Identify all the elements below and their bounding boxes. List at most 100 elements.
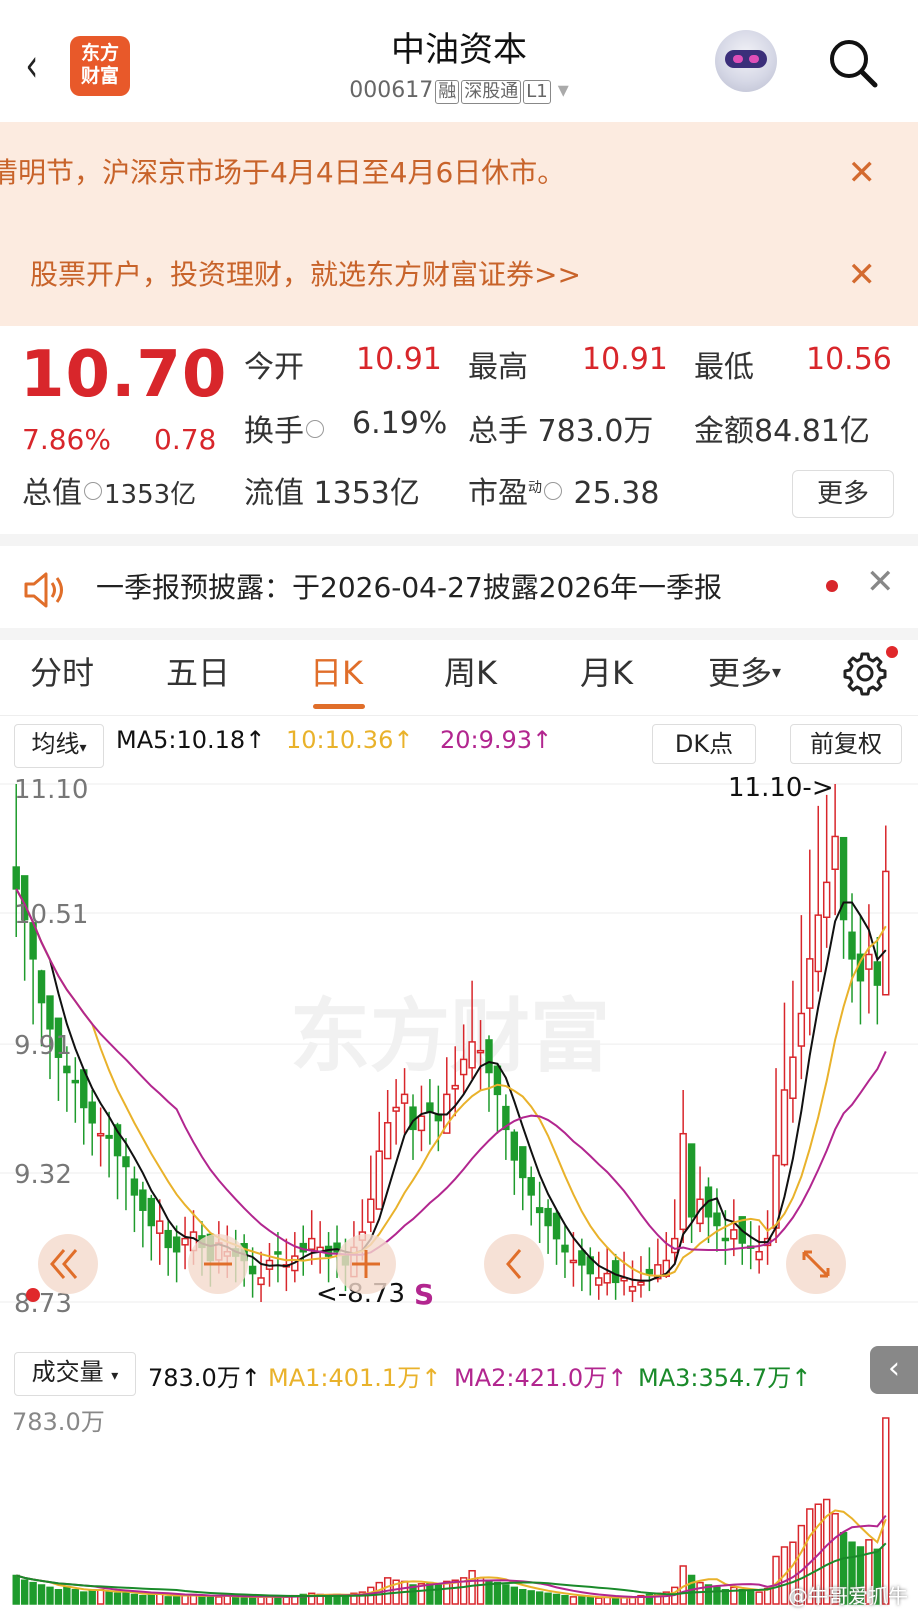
volume-bar: [519, 1588, 527, 1605]
account-promo-text[interactable]: 股票开户，投资理财，就选东方财富证券>>: [30, 224, 581, 326]
volume-bar: [105, 1591, 113, 1605]
candle-body: [459, 1058, 468, 1076]
volume-bar: [232, 1596, 240, 1605]
tab-daily-k[interactable]: 日K: [310, 648, 363, 694]
dk-point-button[interactable]: DK点: [652, 724, 756, 764]
tab-more[interactable]: 更多▾: [708, 648, 781, 694]
pe-sup: 动: [528, 480, 542, 496]
volume-legend-bar: 成交量 ▾ 783.0万↑ MA1:401.1万↑ MA2:421.0万↑ MA…: [0, 1346, 918, 1396]
candle-body: [797, 1012, 806, 1047]
chevron-down-icon: ▾: [772, 662, 782, 683]
close-icon[interactable]: ✕: [866, 562, 895, 602]
candle-body: [37, 970, 46, 1004]
candle-body: [628, 1285, 637, 1292]
volume-bar: [29, 1581, 37, 1605]
adjust-mode-button[interactable]: 前复权: [790, 724, 902, 764]
current-price: 10.70: [20, 338, 228, 412]
volume-bar: [510, 1586, 519, 1605]
candle-body: [552, 1212, 561, 1240]
volume-bar: [164, 1596, 172, 1605]
float-label: 流值: [244, 476, 304, 511]
candle-body: [468, 1041, 476, 1069]
scroll-left-button[interactable]: [38, 1234, 98, 1294]
assistant-robot-icon[interactable]: [715, 30, 777, 92]
candle-body: [417, 1115, 426, 1132]
candle-body: [46, 995, 54, 1030]
volume-bar: [80, 1591, 88, 1605]
stock-code-line[interactable]: 000617 融深股通 L1 ▾: [0, 78, 918, 104]
marker-dot: [26, 1288, 40, 1302]
candle-body: [578, 1250, 586, 1266]
volume-bar: [713, 1586, 721, 1605]
search-icon[interactable]: [828, 38, 878, 88]
volume-bar: [63, 1586, 71, 1605]
ma-selector[interactable]: 均线▾: [14, 724, 104, 768]
candle-body: [307, 1237, 316, 1250]
announcement-text[interactable]: 一季报预披露：于2026-04-27披露2026年一季报: [96, 566, 722, 606]
candle-body: [755, 1250, 763, 1261]
tab-weekly-k[interactable]: 周K: [444, 648, 497, 694]
tab-monthly-k[interactable]: 月K: [580, 648, 633, 694]
volume-chart[interactable]: 783.0万: [0, 1394, 918, 1613]
volume-bar: [88, 1590, 96, 1605]
gear-icon[interactable]: [842, 650, 888, 696]
quote-panel: 10.70 7.86% 0.78 今开 10.91 最高 10.91 最低 10…: [0, 328, 918, 534]
fullscreen-button[interactable]: [786, 1234, 846, 1294]
candle-body: [130, 1178, 139, 1196]
volume-bar: [198, 1594, 206, 1605]
close-icon[interactable]: ✕: [848, 224, 877, 326]
y-tick-label: 11.10: [14, 775, 88, 805]
volume-bar: [746, 1590, 755, 1605]
candle-body: [822, 881, 831, 919]
candle-body: [561, 1244, 569, 1253]
open-label: 今开: [244, 350, 304, 385]
zoom-in-button[interactable]: [336, 1234, 396, 1294]
candle-body: [164, 1229, 172, 1249]
candle-body: [274, 1251, 282, 1255]
volume-selector[interactable]: 成交量 ▾: [14, 1352, 136, 1396]
holiday-notice: 清明节，沪深京市场于4月4日至4月6日休市。 ✕: [0, 122, 918, 224]
close-icon[interactable]: ✕: [848, 122, 877, 224]
account-promo[interactable]: 股票开户，投资理财，就选东方财富证券>> ✕: [0, 224, 918, 326]
volume-bar: [544, 1592, 552, 1605]
amount-label: 金额: [694, 414, 754, 449]
volume-bar: [586, 1596, 595, 1605]
step-left-button[interactable]: [484, 1234, 544, 1294]
info-icon[interactable]: [544, 482, 562, 500]
candle-body: [831, 835, 839, 870]
volume-value-label: 783.0万↑: [148, 1364, 261, 1392]
more-button[interactable]: 更多: [792, 470, 894, 518]
turnover-value: 6.19%: [352, 406, 448, 441]
tab-five-day[interactable]: 五日: [166, 648, 230, 694]
candle-body: [645, 1268, 654, 1275]
candle-body: [806, 958, 814, 1009]
high-label: 最高: [468, 350, 528, 385]
collapse-panel-button[interactable]: ‹: [870, 1346, 918, 1394]
zoom-out-button[interactable]: [188, 1234, 248, 1294]
tab-intraday[interactable]: 分时: [30, 648, 94, 694]
high-annotation: 11.10->: [728, 773, 834, 803]
candlestick-chart[interactable]: 东方财富 11.1010.519.919.328.73 11.10-> <-8.…: [0, 764, 918, 1344]
vol-ma2-label: MA2:421.0万↑: [454, 1364, 628, 1392]
watermark: 东方财富: [290, 990, 610, 1083]
volume-bar: [54, 1588, 63, 1605]
candle-body: [789, 1056, 797, 1099]
low-value: 10.56: [806, 342, 892, 377]
announcement-bar[interactable]: 一季报预披露：于2026-04-27披露2026年一季报 ✕: [0, 548, 918, 628]
volume-bar: [147, 1593, 156, 1605]
candle-body: [730, 1229, 738, 1240]
info-icon[interactable]: [84, 482, 102, 500]
tab-more-label: 更多: [708, 654, 773, 692]
volume-bar: [476, 1577, 485, 1605]
volume-bar: [282, 1596, 291, 1605]
volume-bar: [763, 1587, 772, 1605]
speaker-icon: [24, 572, 63, 608]
volume-bar: [248, 1597, 257, 1605]
candle-body: [367, 1198, 375, 1223]
info-icon[interactable]: [306, 420, 324, 438]
tag-connect: 深股通: [461, 80, 522, 104]
candle-body: [426, 1102, 434, 1113]
candle-body: [603, 1272, 611, 1284]
tag-level: L1: [523, 80, 551, 104]
volume-bar: [535, 1591, 544, 1605]
